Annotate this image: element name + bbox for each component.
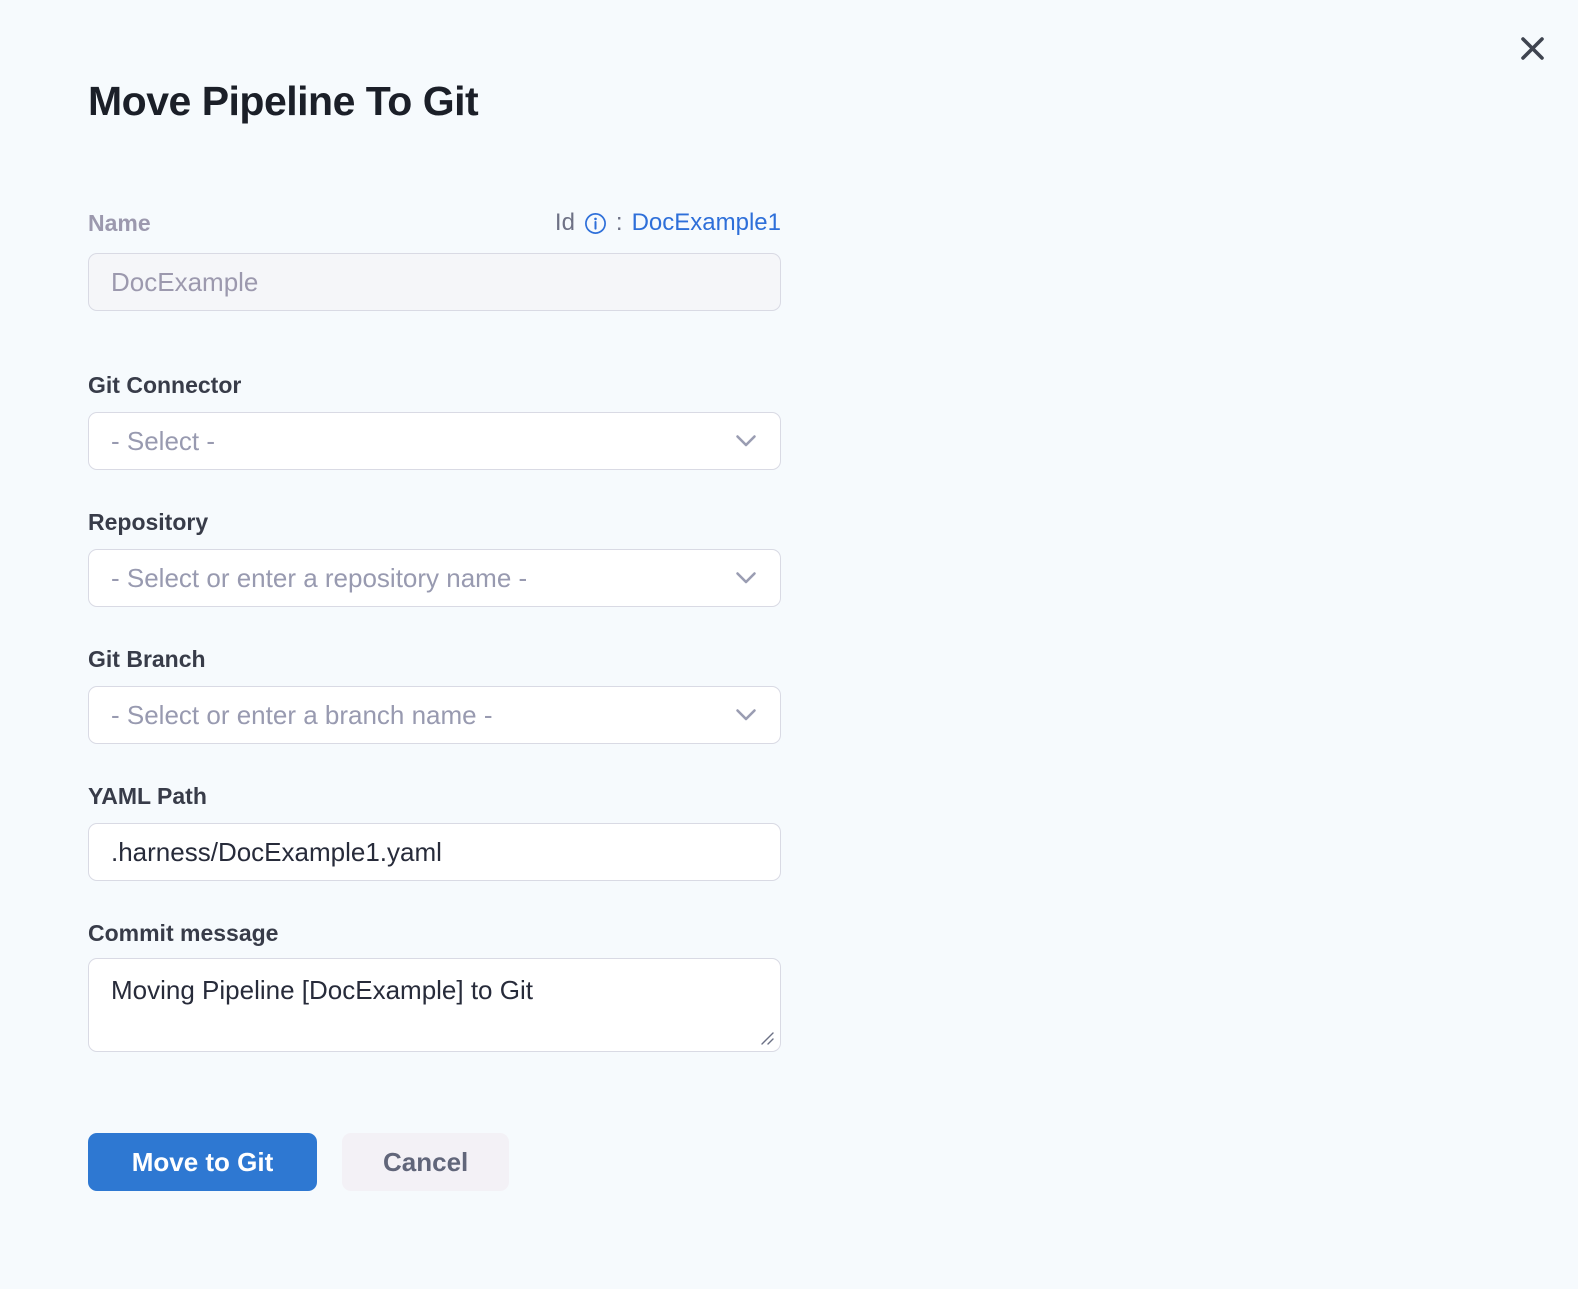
info-icon[interactable] — [584, 212, 607, 235]
git-branch-select[interactable] — [88, 686, 781, 744]
close-button[interactable] — [1510, 26, 1554, 70]
move-pipeline-modal: Move Pipeline To Git Name Id : DocExampl… — [0, 0, 1578, 1289]
repository-label: Repository — [88, 508, 781, 536]
yaml-path-input[interactable] — [88, 823, 781, 881]
name-field — [88, 253, 781, 311]
name-label: Name — [88, 210, 151, 237]
modal-content: Move Pipeline To Git Name Id : DocExampl… — [88, 0, 781, 1191]
id-separator: : — [616, 209, 623, 237]
close-icon — [1517, 33, 1548, 64]
commit-message-label: Commit message — [88, 919, 781, 947]
repository-select[interactable] — [88, 549, 781, 607]
git-branch-input[interactable] — [88, 686, 781, 744]
git-connector-label: Git Connector — [88, 371, 781, 399]
pipeline-id-group: Id : DocExample1 — [555, 209, 781, 237]
git-connector-select[interactable] — [88, 412, 781, 470]
cancel-button[interactable]: Cancel — [342, 1133, 509, 1191]
move-to-git-button[interactable]: Move to Git — [88, 1133, 317, 1191]
git-branch-label: Git Branch — [88, 645, 781, 673]
action-buttons: Move to Git Cancel — [88, 1133, 781, 1191]
pipeline-name-input — [88, 253, 781, 311]
commit-message-textarea[interactable]: Moving Pipeline [DocExample] to Git — [88, 958, 781, 1052]
name-label-row: Name Id : DocExample1 — [88, 207, 781, 239]
git-connector-input[interactable] — [88, 412, 781, 470]
pipeline-id-value[interactable]: DocExample1 — [632, 209, 781, 237]
repository-input[interactable] — [88, 549, 781, 607]
page-title: Move Pipeline To Git — [88, 76, 781, 126]
resize-handle-icon[interactable] — [759, 1030, 775, 1046]
id-label: Id — [555, 209, 575, 237]
yaml-path-label: YAML Path — [88, 782, 781, 810]
commit-message-field: Moving Pipeline [DocExample] to Git — [88, 958, 781, 1052]
